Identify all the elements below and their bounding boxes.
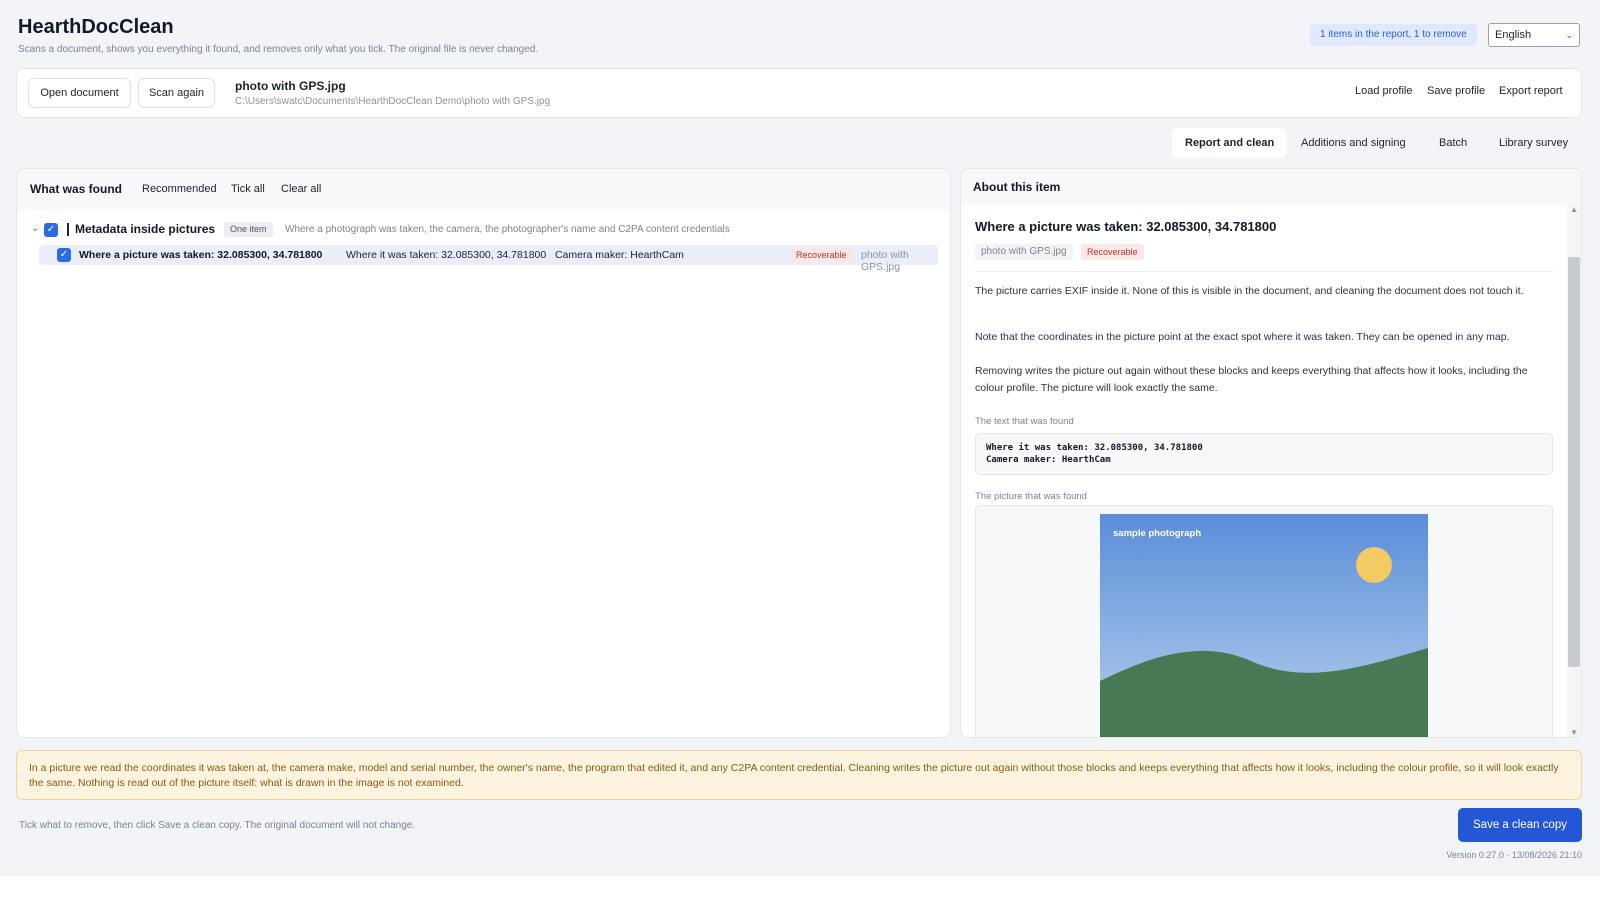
scroll-down-icon[interactable]: ▼: [1570, 728, 1578, 737]
save-profile-button[interactable]: Save profile: [1427, 85, 1485, 97]
file-name: photo with GPS.jpg: [235, 79, 346, 93]
scrollbar-thumb[interactable]: [1568, 257, 1580, 667]
item-detail: Where it was taken: 32.085300, 34.781800…: [346, 249, 684, 261]
recommended-button[interactable]: Recommended: [142, 183, 217, 195]
group-row[interactable]: ⌄ ✓ Metadata inside pictures One item Wh…: [17, 221, 950, 241]
group-label: Metadata inside pictures: [75, 222, 216, 236]
footer-hint: Tick what to remove, then click Save a c…: [19, 820, 416, 831]
recoverable-badge: Recoverable: [1081, 244, 1144, 260]
findings-panel: What was found Recommended Tick all Clea…: [16, 168, 951, 738]
app-window: HearthDocClean Scans a document, shows y…: [0, 0, 1600, 876]
picture-found-box: sample photograph: [975, 505, 1553, 737]
language-select[interactable]: English ⌄: [1488, 23, 1580, 47]
detail-paragraph-1: The picture carries EXIF inside it. None…: [975, 285, 1524, 297]
file-bar: Open document Scan again photo with GPS.…: [16, 68, 1582, 118]
about-title: About this item: [973, 180, 1061, 194]
app-subtitle: Scans a document, shows you everything i…: [18, 44, 539, 55]
language-select-value: English: [1495, 29, 1532, 41]
version-label: Version 0.27.0 · 13/08/2026 21:10: [1446, 850, 1582, 860]
about-header: About this item: [961, 169, 1581, 205]
detail-file-badge: photo with GPS.jpg: [975, 244, 1073, 260]
list-item[interactable]: ✓ Where a picture was taken: 32.085300, …: [39, 245, 938, 273]
file-path: C:\Users\swatc\Documents\HearthDocClean …: [235, 96, 551, 107]
load-profile-button[interactable]: Load profile: [1355, 85, 1413, 97]
report-status-badge: 1 items in the report, 1 to remove: [1310, 24, 1477, 46]
scan-again-button[interactable]: Scan again: [138, 78, 215, 108]
findings-title: What was found: [30, 182, 122, 196]
sample-photograph-image: sample photograph: [1100, 514, 1428, 737]
app-title: HearthDocClean: [18, 16, 174, 38]
detail-paragraph-2: Note that the coordinates in the picture…: [975, 331, 1510, 343]
findings-header: What was found Recommended Tick all Clea…: [17, 169, 950, 211]
item-source: photo with GPS.jpg: [861, 249, 909, 273]
clear-all-button[interactable]: Clear all: [281, 183, 321, 195]
info-notice: In a picture we read the coordinates it …: [16, 750, 1582, 800]
save-clean-copy-button[interactable]: Save a clean copy: [1458, 808, 1582, 842]
export-report-button[interactable]: Export report: [1499, 85, 1563, 97]
scrollbar[interactable]: ▲ ▼: [1567, 205, 1581, 737]
group-checkbox[interactable]: ✓: [44, 223, 58, 237]
detail-paragraph-3: Removing writes the picture out again wi…: [975, 365, 1528, 394]
text-found-caption: The text that was found: [975, 416, 1074, 427]
group-description: Where a photograph was taken, the camera…: [285, 224, 730, 235]
tick-all-button[interactable]: Tick all: [231, 183, 265, 195]
about-panel: About this item Where a picture was take…: [960, 168, 1582, 738]
picture-found-caption: The picture that was found: [975, 491, 1087, 502]
item-title: Where a picture was taken: 32.085300, 34…: [79, 249, 323, 261]
tab-batch[interactable]: Batch: [1426, 128, 1480, 158]
picture-label: sample photograph: [1113, 528, 1201, 539]
chevron-down-icon[interactable]: ⌄: [31, 223, 39, 234]
group-marker: [67, 223, 69, 236]
detail-title: Where a picture was taken: 32.085300, 34…: [975, 219, 1277, 234]
sun-icon: [1356, 547, 1392, 583]
tab-library-survey[interactable]: Library survey: [1486, 128, 1581, 158]
tab-additions-and-signing[interactable]: Additions and signing: [1288, 128, 1419, 158]
group-count-badge: One item: [224, 222, 273, 237]
divider: [975, 271, 1553, 272]
recoverable-badge: Recoverable: [791, 248, 852, 262]
text-found-box: Where it was taken: 32.085300, 34.781800…: [975, 433, 1553, 475]
tab-report-and-clean[interactable]: Report and clean: [1172, 128, 1288, 158]
chevron-down-icon: ⌄: [1565, 30, 1573, 40]
item-checkbox[interactable]: ✓: [57, 248, 71, 262]
scroll-up-icon[interactable]: ▲: [1570, 205, 1578, 214]
open-document-button[interactable]: Open document: [28, 78, 131, 108]
